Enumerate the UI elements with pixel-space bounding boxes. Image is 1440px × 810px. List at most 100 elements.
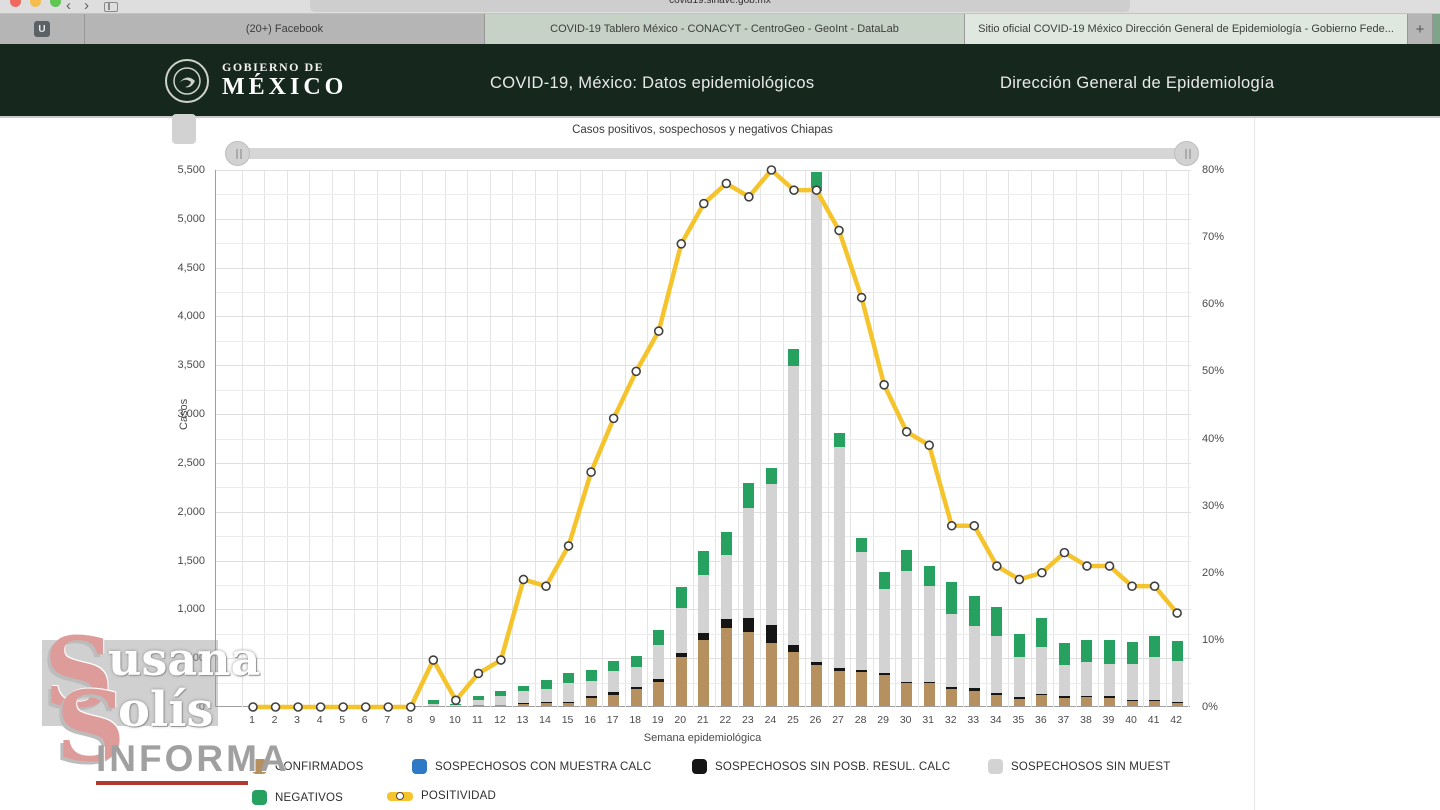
positivity-marker-week-21[interactable] bbox=[700, 200, 708, 208]
positivity-marker-week-25[interactable] bbox=[790, 186, 798, 194]
positivity-marker-week-6[interactable] bbox=[362, 703, 370, 711]
y-axis-tick-label: 4,000 bbox=[145, 310, 205, 322]
positivity-marker-week-14[interactable] bbox=[542, 582, 550, 590]
x-axis-tick-label: 39 bbox=[1098, 714, 1120, 726]
x-axis-tick-label: 3 bbox=[286, 714, 308, 726]
zoom-window-button[interactable] bbox=[50, 0, 61, 7]
positivity-marker-week-40[interactable] bbox=[1128, 582, 1136, 590]
logo-text-line2: MÉXICO bbox=[222, 74, 347, 101]
positivity-marker-week-5[interactable] bbox=[339, 703, 347, 711]
range-slider-right-handle[interactable] bbox=[1174, 141, 1199, 166]
legend-swatch bbox=[988, 759, 1003, 774]
range-slider-left-handle[interactable] bbox=[225, 141, 250, 166]
positivity-marker-week-29[interactable] bbox=[880, 381, 888, 389]
positivity-marker-week-28[interactable] bbox=[858, 294, 866, 302]
positivity-marker-week-19[interactable] bbox=[655, 327, 663, 335]
positivity-marker-week-15[interactable] bbox=[565, 542, 573, 550]
x-axis-tick-label: 35 bbox=[1007, 714, 1029, 726]
legend-item-confirmados[interactable]: CONFIRMADOS bbox=[252, 759, 363, 774]
positivity-marker-week-3[interactable] bbox=[294, 703, 302, 711]
minimize-window-button[interactable] bbox=[30, 0, 41, 7]
pinned-tab[interactable]: U bbox=[0, 14, 85, 44]
watermark-initial-1: S bbox=[44, 616, 113, 729]
positivity-marker-week-17[interactable] bbox=[610, 414, 618, 422]
legend-swatch bbox=[252, 759, 267, 774]
positivity-marker-week-38[interactable] bbox=[1083, 562, 1091, 570]
close-window-button[interactable] bbox=[10, 0, 21, 7]
legend-item-sospechosos-sin-muest[interactable]: SOSPECHOSOS SIN MUEST bbox=[988, 759, 1170, 774]
legend-item-negativos[interactable]: NEGATIVOS bbox=[252, 790, 343, 805]
positivity-marker-week-30[interactable] bbox=[903, 428, 911, 436]
pinned-tab-favicon: U bbox=[34, 21, 50, 37]
positivity-marker-week-22[interactable] bbox=[722, 179, 730, 187]
positivity-marker-week-26[interactable] bbox=[813, 186, 821, 194]
logo-text-line1: GOBIERNO DE bbox=[222, 60, 324, 75]
positivity-marker-week-36[interactable] bbox=[1038, 569, 1046, 577]
positivity-marker-week-10[interactable] bbox=[452, 696, 460, 704]
positivity-marker-week-8[interactable] bbox=[407, 703, 415, 711]
x-axis-tick-label: 16 bbox=[579, 714, 601, 726]
legend-label: SOSPECHOSOS SIN POSB. RESUL. CALC bbox=[715, 761, 950, 773]
browser-tab-3-active[interactable]: Sitio oficial COVID-19 México Dirección … bbox=[965, 14, 1408, 44]
positivity-marker-week-11[interactable] bbox=[474, 669, 482, 677]
positivity-marker-week-7[interactable] bbox=[384, 703, 392, 711]
y-axis-tick-label: 2,500 bbox=[145, 457, 205, 469]
legend-label: SOSPECHOSOS CON MUESTRA CALC bbox=[435, 761, 651, 773]
x-axis-tick-label: 31 bbox=[917, 714, 939, 726]
range-slider-track[interactable] bbox=[235, 148, 1197, 159]
watermark-initial-2: S bbox=[56, 670, 125, 783]
positivity-marker-week-4[interactable] bbox=[317, 703, 325, 711]
sidebar-icon[interactable] bbox=[104, 2, 118, 12]
positivity-marker-week-2[interactable] bbox=[272, 703, 280, 711]
positivity-marker-week-42[interactable] bbox=[1173, 609, 1181, 617]
positivity-marker-week-32[interactable] bbox=[948, 522, 956, 530]
back-button[interactable]: ‹ bbox=[66, 0, 71, 14]
positivity-marker-week-9[interactable] bbox=[429, 656, 437, 664]
positivity-marker-week-16[interactable] bbox=[587, 468, 595, 476]
positivity-marker-week-27[interactable] bbox=[835, 226, 843, 234]
chart-title: Casos positivos, sospechosos y negativos… bbox=[215, 124, 1190, 136]
right-axis-tick-label: 30% bbox=[1202, 500, 1224, 512]
x-axis-tick-label: 1 bbox=[241, 714, 263, 726]
positivity-marker-week-1[interactable] bbox=[249, 703, 257, 711]
browser-window: ‹ › covid19.sinave.gob.mx U (20+) Facebo… bbox=[0, 0, 1440, 810]
positivity-marker-week-37[interactable] bbox=[1060, 549, 1068, 557]
browser-tab-2[interactable]: COVID-19 Tablero México - CONACYT - Cent… bbox=[485, 14, 965, 44]
x-axis-tick-label: 22 bbox=[714, 714, 736, 726]
positivity-marker-week-35[interactable] bbox=[1015, 575, 1023, 583]
scroll-handle[interactable] bbox=[172, 114, 196, 144]
address-bar[interactable]: covid19.sinave.gob.mx bbox=[310, 0, 1130, 12]
y-axis-tick-label: 1,000 bbox=[145, 603, 205, 615]
positivity-marker-week-39[interactable] bbox=[1106, 562, 1114, 570]
x-axis-tick-label: 12 bbox=[489, 714, 511, 726]
x-axis-tick-label: 17 bbox=[602, 714, 624, 726]
positivity-marker-week-24[interactable] bbox=[767, 166, 775, 174]
positivity-line-chart bbox=[216, 170, 1191, 707]
x-axis-tick-label: 2 bbox=[264, 714, 286, 726]
legend-item-sospechosos-sin-posb-resul-calc[interactable]: SOSPECHOSOS SIN POSB. RESUL. CALC bbox=[692, 759, 950, 774]
new-tab-button[interactable]: + bbox=[1408, 14, 1433, 44]
positivity-marker-week-13[interactable] bbox=[519, 575, 527, 583]
forward-button[interactable]: › bbox=[84, 0, 89, 14]
x-axis-tick-label: 21 bbox=[692, 714, 714, 726]
x-axis-tick-label: 34 bbox=[985, 714, 1007, 726]
positivity-marker-week-12[interactable] bbox=[497, 656, 505, 664]
positivity-marker-week-23[interactable] bbox=[745, 193, 753, 201]
right-axis-tick-label: 70% bbox=[1202, 231, 1224, 243]
browser-tab-1[interactable]: (20+) Facebook bbox=[85, 14, 485, 44]
y-axis-tick-label: 500 bbox=[145, 652, 205, 664]
positivity-marker-week-18[interactable] bbox=[632, 367, 640, 375]
positivity-marker-week-41[interactable] bbox=[1151, 582, 1159, 590]
right-axis-tick-label: 80% bbox=[1202, 164, 1224, 176]
legend-item-sospechosos-con-muestra-calc[interactable]: SOSPECHOSOS CON MUESTRA CALC bbox=[412, 759, 651, 774]
positivity-marker-week-20[interactable] bbox=[677, 240, 685, 248]
positivity-marker-week-34[interactable] bbox=[993, 562, 1001, 570]
x-axis-tick-label: 29 bbox=[872, 714, 894, 726]
site-header: GOBIERNO DE MÉXICO COVID-19, México: Dat… bbox=[0, 44, 1440, 118]
legend-item-positividad[interactable]: POSITIVIDAD bbox=[387, 790, 496, 802]
gobierno-mexico-seal-icon bbox=[165, 59, 209, 103]
positivity-marker-week-31[interactable] bbox=[925, 441, 933, 449]
legend-swatch bbox=[252, 790, 267, 805]
positivity-marker-week-33[interactable] bbox=[970, 522, 978, 530]
x-axis-tick-label: 28 bbox=[850, 714, 872, 726]
